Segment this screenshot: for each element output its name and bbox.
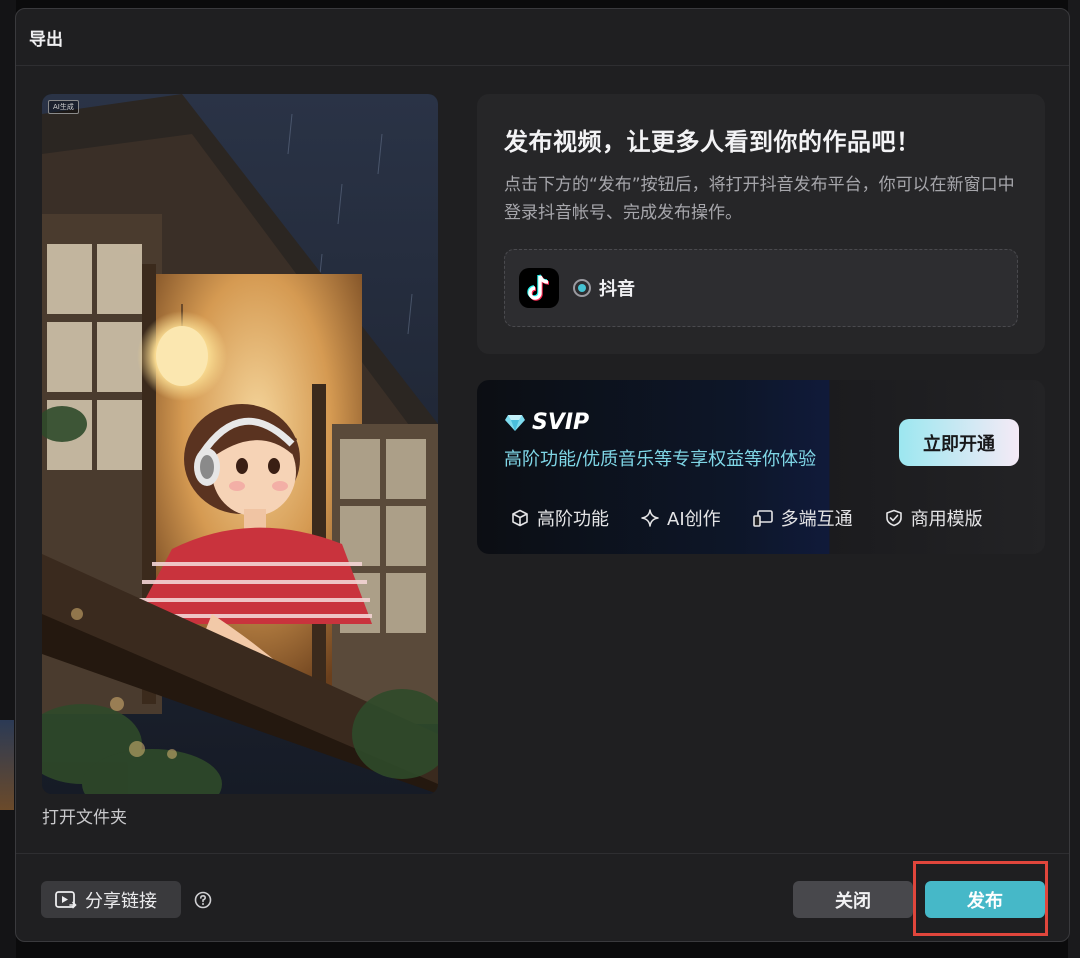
platform-name: 抖音 bbox=[599, 279, 635, 300]
share-link-button[interactable]: 分享链接 bbox=[41, 881, 181, 918]
cube-icon bbox=[512, 509, 528, 527]
feature-commercial-template: 商用模版 bbox=[885, 505, 983, 531]
tiktok-logo-icon bbox=[519, 268, 559, 308]
footer-divider bbox=[16, 853, 1069, 854]
preview-illustration bbox=[42, 94, 438, 794]
feature-label: 多端互通 bbox=[780, 509, 853, 530]
feature-label: 高阶功能 bbox=[537, 509, 609, 530]
devices-icon bbox=[752, 510, 773, 527]
svip-card: SVIP 高阶功能/优质音乐等专享权益等你体验 立即开通 高阶功能 AI创作 多… bbox=[477, 380, 1045, 554]
feature-label: AI创作 bbox=[667, 509, 721, 530]
publish-title: 发布视频，让更多人看到你的作品吧！ bbox=[504, 128, 921, 156]
svip-label: SVIP bbox=[532, 410, 590, 435]
subscribe-now-button[interactable]: 立即开通 bbox=[899, 419, 1019, 466]
platform-option-douyin[interactable]: 抖音 bbox=[504, 249, 1018, 327]
sparkle-icon bbox=[641, 509, 659, 527]
share-link-label: 分享链接 bbox=[85, 890, 157, 912]
dialog-title: 导出 bbox=[29, 29, 63, 50]
publish-description: 点击下方的“发布”按钮后，将打开抖音发布平台，你可以在新窗口中登录抖音帐号、完成… bbox=[504, 175, 1015, 223]
dialog-header: 导出 bbox=[16, 9, 1069, 66]
export-dialog: 导出 AI生成 打开文件夹 发布视频，让更多人看到你的作品吧！ 点击下方的“发布… bbox=[15, 8, 1070, 942]
svip-header: SVIP bbox=[504, 410, 589, 435]
share-video-icon bbox=[55, 890, 77, 908]
ai-generated-badge: AI生成 bbox=[48, 100, 79, 114]
feature-ai-creation: AI创作 bbox=[641, 505, 721, 531]
radio-selected-dot bbox=[578, 284, 586, 292]
platform-radio[interactable] bbox=[573, 279, 591, 297]
close-button[interactable]: 关闭 bbox=[793, 881, 913, 918]
help-icon[interactable] bbox=[194, 891, 212, 909]
svip-features: 高阶功能 AI创作 多端互通 商用模版 bbox=[511, 505, 983, 531]
shield-check-icon bbox=[885, 509, 902, 527]
open-folder-link[interactable]: 打开文件夹 bbox=[42, 803, 127, 828]
feature-multi-device: 多端互通 bbox=[752, 505, 853, 531]
background-app-left bbox=[0, 0, 16, 958]
publish-button[interactable]: 发布 bbox=[925, 881, 1045, 918]
feature-label: 商用模版 bbox=[910, 509, 983, 530]
feature-advanced: 高阶功能 bbox=[511, 505, 609, 531]
publish-card: 发布视频，让更多人看到你的作品吧！ 点击下方的“发布”按钮后，将打开抖音发布平台… bbox=[477, 94, 1045, 354]
svip-description: 高阶功能/优质音乐等专享权益等你体验 bbox=[504, 449, 817, 470]
diamond-icon bbox=[505, 414, 525, 431]
video-preview: AI生成 bbox=[42, 94, 438, 794]
background-thumbnail bbox=[0, 720, 14, 810]
